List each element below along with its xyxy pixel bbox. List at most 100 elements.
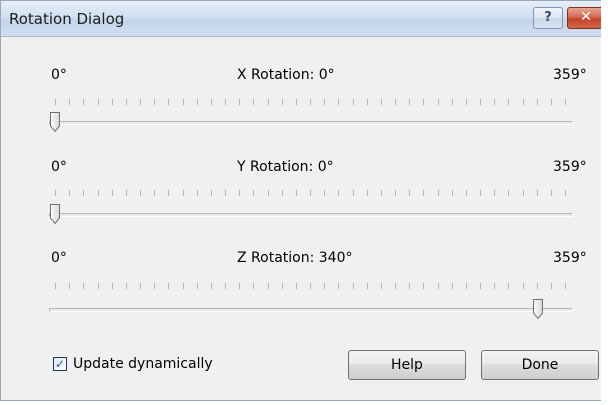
- slider-tick: [367, 190, 368, 196]
- z-slider-min-label: 0°: [51, 250, 67, 266]
- z-slider-thumb[interactable]: [532, 298, 544, 320]
- x-slider-thumb[interactable]: [49, 111, 61, 133]
- slider-tick: [395, 283, 396, 289]
- help-button[interactable]: Help: [348, 350, 466, 380]
- update-dynamically-checkbox[interactable]: ✓: [53, 357, 67, 371]
- question-mark-icon: ?: [544, 10, 552, 25]
- slider-tick: [253, 99, 254, 105]
- update-dynamically-label: Update dynamically: [73, 356, 213, 372]
- slider-tick: [381, 283, 382, 289]
- slider-tick: [523, 99, 524, 105]
- slider-tick: [565, 190, 566, 196]
- slider-tick: [409, 99, 410, 105]
- rotation-dialog-window: Rotation Dialog ? ✕ 0° X Rotation: 0° 35…: [0, 0, 601, 401]
- x-slider-max-label: 359°: [553, 67, 587, 83]
- slider-tick: [183, 190, 184, 196]
- slider-tick: [367, 99, 368, 105]
- slider-tick: [253, 190, 254, 196]
- slider-tick: [367, 283, 368, 289]
- slider-tick: [126, 283, 127, 289]
- close-button[interactable]: ✕: [567, 7, 601, 29]
- slider-tick: [239, 99, 240, 105]
- slider-tick: [508, 99, 509, 105]
- slider-tick: [69, 99, 70, 105]
- slider-tick: [338, 99, 339, 105]
- x-slider-title: X Rotation: 0°: [237, 67, 335, 83]
- slider-tick: [225, 99, 226, 105]
- slider-tick: [452, 283, 453, 289]
- slider-tick: [98, 99, 99, 105]
- slider-tick: [282, 283, 283, 289]
- y-slider-track[interactable]: [49, 213, 573, 217]
- slider-tick: [197, 99, 198, 105]
- slider-tick: [537, 283, 538, 289]
- slider-tick: [183, 99, 184, 105]
- slider-tick: [480, 190, 481, 196]
- slider-tick: [338, 283, 339, 289]
- slider-tick: [168, 190, 169, 196]
- slider-tick: [438, 283, 439, 289]
- slider-tick: [211, 283, 212, 289]
- slider-tick: [551, 190, 552, 196]
- slider-tick: [438, 99, 439, 105]
- slider-tick: [112, 283, 113, 289]
- slider-tick: [310, 283, 311, 289]
- slider-tick: [324, 99, 325, 105]
- slider-tick: [480, 99, 481, 105]
- slider-tick: [438, 190, 439, 196]
- slider-tick: [183, 283, 184, 289]
- slider-tick: [268, 283, 269, 289]
- slider-tick: [353, 283, 354, 289]
- slider-tick: [126, 190, 127, 196]
- slider-tick: [168, 99, 169, 105]
- slider-tick: [225, 190, 226, 196]
- help-caption-button[interactable]: ?: [533, 7, 563, 29]
- slider-tick: [423, 190, 424, 196]
- slider-tick: [197, 190, 198, 196]
- x-slider-track[interactable]: [49, 121, 573, 125]
- slider-tick: [268, 190, 269, 196]
- slider-tick: [69, 283, 70, 289]
- y-slider-max-label: 359°: [553, 159, 587, 175]
- slider-tick: [239, 190, 240, 196]
- slider-tick: [69, 190, 70, 196]
- slider-tick: [480, 283, 481, 289]
- slider-tick: [225, 283, 226, 289]
- window-bottom-edge: [0, 401, 601, 405]
- y-slider-thumb[interactable]: [49, 203, 61, 225]
- slider-tick: [282, 99, 283, 105]
- slider-tick: [537, 190, 538, 196]
- x-slider-min-label: 0°: [51, 67, 67, 83]
- slider-tick: [98, 190, 99, 196]
- update-dynamically-option[interactable]: ✓ Update dynamically: [53, 356, 213, 372]
- slider-tick: [353, 99, 354, 105]
- slider-tick: [551, 99, 552, 105]
- slider-tick: [466, 99, 467, 105]
- slider-tick: [494, 99, 495, 105]
- window-title: Rotation Dialog: [9, 10, 125, 28]
- slider-tick: [296, 99, 297, 105]
- z-slider-track[interactable]: [49, 308, 573, 312]
- slider-tick: [296, 190, 297, 196]
- slider-tick: [310, 190, 311, 196]
- slider-tick: [353, 190, 354, 196]
- done-button[interactable]: Done: [481, 350, 599, 380]
- slider-tick: [537, 99, 538, 105]
- slider-tick: [565, 283, 566, 289]
- slider-tick: [239, 283, 240, 289]
- y-slider-ticks: [55, 190, 575, 196]
- slider-tick: [112, 99, 113, 105]
- slider-tick: [55, 190, 56, 196]
- slider-tick: [168, 283, 169, 289]
- slider-tick: [523, 283, 524, 289]
- slider-tick: [338, 190, 339, 196]
- slider-tick: [211, 190, 212, 196]
- slider-tick: [253, 283, 254, 289]
- slider-tick: [423, 283, 424, 289]
- title-bar[interactable]: Rotation Dialog ? ✕: [1, 1, 601, 37]
- y-slider-title: Y Rotation: 0°: [237, 159, 334, 175]
- slider-tick: [324, 190, 325, 196]
- slider-tick: [211, 99, 212, 105]
- slider-tick: [154, 190, 155, 196]
- slider-tick: [452, 99, 453, 105]
